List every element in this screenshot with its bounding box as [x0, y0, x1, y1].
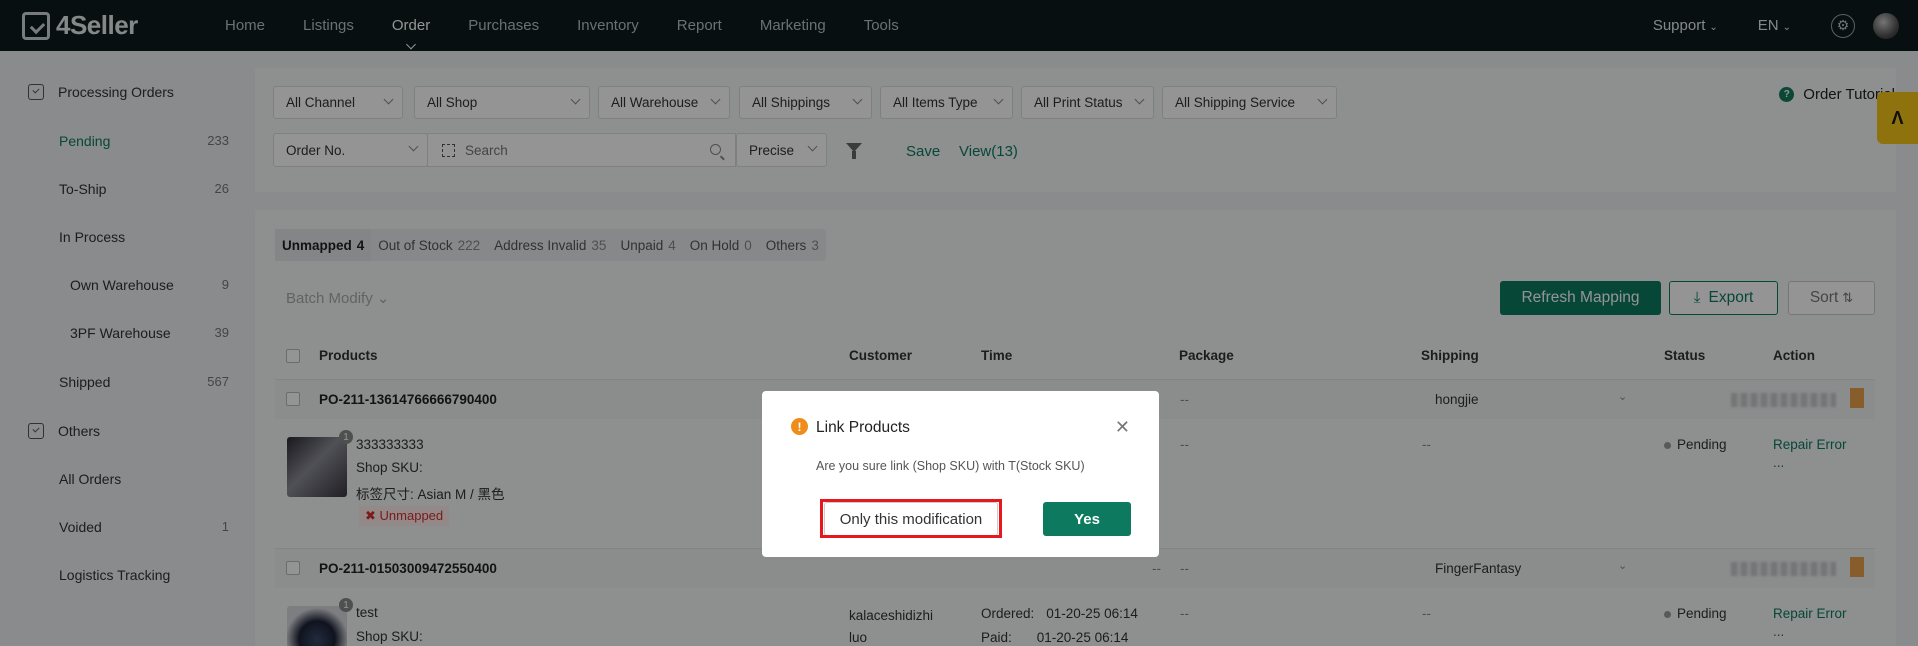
close-icon[interactable]: ✕: [1115, 417, 1130, 438]
warning-icon: !: [791, 418, 808, 435]
dialog-title: Link Products: [816, 419, 910, 436]
link-products-dialog: ! Link Products ✕ Are you sure link (Sho…: [762, 391, 1159, 557]
only-this-modification-button[interactable]: Only this modification: [824, 502, 998, 536]
dialog-message: Are you sure link (Shop SKU) with T(Stoc…: [816, 459, 1085, 473]
yes-button[interactable]: Yes: [1043, 502, 1131, 536]
